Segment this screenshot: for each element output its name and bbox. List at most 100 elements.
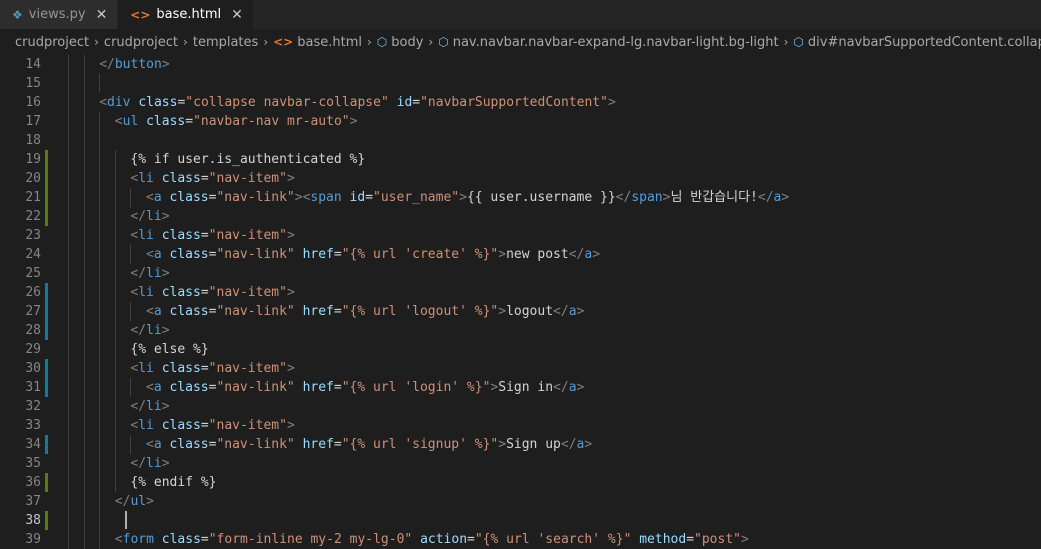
indent-guide (130, 188, 132, 207)
line-number: 16 (25, 95, 41, 110)
code-line[interactable]: 25 </li> (0, 264, 1041, 283)
code-token: li (146, 266, 162, 281)
code-line[interactable]: 18 (0, 131, 1041, 150)
code-line[interactable]: 33 <li class="nav-item"> (0, 416, 1041, 435)
close-icon[interactable]: ✕ (96, 7, 108, 23)
indent-guide (68, 340, 69, 359)
indent-guide (68, 112, 69, 131)
code-token: Sign in (498, 380, 554, 395)
code-token: a (153, 190, 162, 205)
code-line[interactable]: 19 {% if user.is_authenticated %} (0, 150, 1041, 169)
code-line[interactable]: 34 <a class="nav-link" href="{% url 'sign… (0, 435, 1041, 454)
code-line[interactable]: 23 <li class="nav-item"> (0, 226, 1041, 245)
code-line[interactable]: 24 <a class="nav-link" href="{% url 'crea… (0, 245, 1041, 264)
code-line[interactable]: 26 <li class="nav-item"> (0, 283, 1041, 302)
code-token: "post" (694, 532, 741, 547)
code-token: < (114, 532, 123, 547)
breadcrumb-item[interactable]: ⬡div#navbarSupportedContent.collapse.nav… (793, 35, 1041, 50)
code-line[interactable]: 16 <div class = "collapse navbar-collapse" … (0, 93, 1041, 112)
code-line[interactable]: 21 <a class="nav-link"><span id="user_nam… (0, 188, 1041, 207)
modified-line-marker[interactable] (45, 321, 48, 340)
indent-guide (68, 283, 69, 302)
tab-views-py[interactable]: ❖ views.py ✕ (0, 0, 119, 29)
code-line[interactable]: 22 </li> (0, 207, 1041, 226)
added-line-marker[interactable] (45, 150, 48, 169)
breadcrumb-item[interactable]: crudproject (104, 35, 178, 50)
added-line-marker[interactable] (45, 511, 48, 530)
added-line-marker[interactable] (45, 473, 48, 492)
code-token: {% endif %} (130, 475, 217, 490)
code-editor[interactable]: 14 </button> 15 16 <div class="collapse navb… (0, 55, 1041, 549)
code-line[interactable]: 37 </ul> (0, 492, 1041, 511)
code-line[interactable]: 27 <a class="nav-link" href="{% url 'logo… (0, 302, 1041, 321)
modified-line-marker[interactable] (45, 302, 48, 321)
indent-guide (114, 245, 116, 264)
breadcrumb-item[interactable]: <> base.html (273, 35, 362, 50)
code-token: li (146, 399, 162, 414)
indent-guide (68, 74, 69, 93)
code-line[interactable]: 36 {% endif %} (0, 473, 1041, 492)
added-line-marker[interactable] (45, 188, 48, 207)
code-token: "nav-link" (216, 304, 295, 319)
code-line[interactable]: 15 (0, 74, 1041, 93)
code-line[interactable]: 29 {% else %} (0, 340, 1041, 359)
code-text: <li class="nav-item"> (130, 283, 294, 302)
modified-line-marker[interactable] (45, 283, 48, 302)
indent-guide (68, 416, 69, 435)
code-line[interactable]: 30 <li class="nav-item"> (0, 359, 1041, 378)
code-line[interactable]: 39 <form class="form-inline my-2 my-lg-0"… (0, 530, 1041, 549)
code-token: < (146, 190, 154, 205)
code-line[interactable]: 20 <li class="nav-item"> (0, 169, 1041, 188)
code-token: "nav-link" (216, 437, 295, 452)
code-token: = (333, 437, 342, 452)
code-token: a (584, 247, 593, 262)
code-token: a (568, 380, 577, 395)
indent-guide (114, 169, 116, 188)
code-line[interactable]: 38 (0, 511, 1041, 530)
indent-guide (114, 473, 116, 492)
code-line[interactable]: 17 <ul class="navbar-nav mr-auto"> (0, 112, 1041, 131)
code-text: {% else %} (130, 340, 208, 359)
line-number: 29 (25, 342, 41, 357)
code-token: "nav-item" (208, 285, 287, 300)
indent-guide (83, 150, 85, 169)
breadcrumb-item[interactable]: templates (193, 35, 258, 50)
modified-line-marker[interactable] (45, 378, 48, 397)
breadcrumb-item[interactable]: crudproject (15, 35, 89, 50)
indent-guide (83, 473, 85, 492)
code-token: > (286, 285, 295, 300)
code-line[interactable]: 35 </li> (0, 454, 1041, 473)
indent-guide (130, 302, 132, 321)
modified-line-marker[interactable] (45, 359, 48, 378)
code-token: < (99, 95, 108, 110)
breadcrumb-item[interactable]: ⬡ body (377, 35, 424, 50)
indent-guide (114, 302, 116, 321)
code-token: </ (757, 190, 774, 205)
code-line[interactable]: 28 </li> (0, 321, 1041, 340)
added-line-marker[interactable] (45, 169, 48, 188)
code-line[interactable]: 31 <a class="nav-link" href="{% url 'logi… (0, 378, 1041, 397)
code-text: <li class="nav-item"> (130, 169, 294, 188)
code-token: > (498, 247, 507, 262)
code-token: = (200, 418, 209, 433)
code-token: > (161, 399, 170, 414)
code-token: li (138, 361, 154, 376)
code-token: class (161, 171, 201, 186)
line-number: 32 (25, 399, 41, 414)
indent-guide (99, 226, 101, 245)
code-token: "nav-link" (216, 190, 295, 205)
code-token: class (161, 532, 201, 547)
indent-guide (68, 359, 69, 378)
code-line[interactable]: 32 </li> (0, 397, 1041, 416)
code-text: <ul class="navbar-nav mr-auto"> (115, 112, 358, 131)
indent-guide (83, 530, 85, 549)
added-line-marker[interactable] (45, 207, 48, 226)
close-icon[interactable]: ✕ (231, 7, 243, 23)
code-token: > (498, 437, 507, 452)
breadcrumb-item[interactable]: ⬡ nav.navbar.navbar-expand-lg.navbar-ligh… (438, 35, 778, 50)
code-token: ul (122, 114, 139, 129)
tab-base-html[interactable]: <> base.html ✕ (118, 0, 254, 29)
code-line[interactable]: 14 </button> (0, 55, 1041, 74)
modified-line-marker[interactable] (45, 435, 48, 454)
